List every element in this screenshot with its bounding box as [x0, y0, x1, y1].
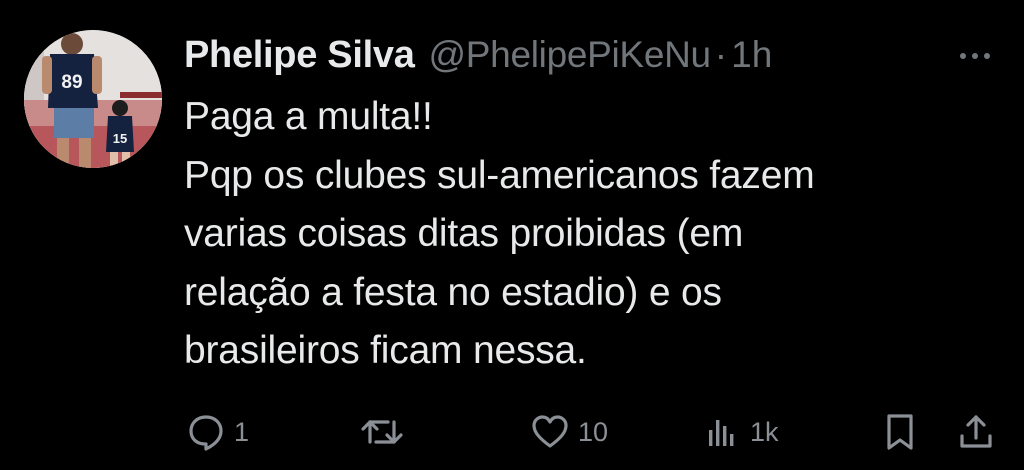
avatar-jersey-adult: 89 — [61, 72, 82, 93]
retweet-icon — [360, 412, 404, 452]
heart-icon — [530, 412, 570, 452]
views-button[interactable]: 1k — [702, 406, 779, 458]
reply-icon — [186, 412, 226, 452]
header-separator: · — [714, 34, 728, 75]
views-count: 1k — [750, 416, 779, 447]
tweet-text: Paga a multa!! Pqp os clubes sul-america… — [184, 88, 984, 381]
reply-button[interactable]: 1 — [186, 406, 249, 458]
tweet-text-line: brasileiros ficam nessa. — [184, 329, 587, 373]
timestamp[interactable]: 1h — [731, 34, 772, 76]
tweet-text-line: Paga a multa!! — [184, 95, 433, 138]
tweet-header: Phelipe Silva @PhelipePiKeNu · 1h — [184, 30, 772, 80]
action-bar: 1 10 1k — [0, 406, 1024, 458]
share-icon — [956, 412, 996, 452]
avatar[interactable]: 89 15 — [24, 30, 162, 168]
like-count: 10 — [578, 416, 609, 447]
display-name[interactable]: Phelipe Silva — [184, 34, 415, 77]
tweet-text-line: Pqp os clubes sul-americanos fazem — [184, 153, 815, 197]
avatar-photo: 89 15 — [24, 30, 162, 168]
tweet-card[interactable]: 89 15 Phelipe Silva @PhelipePiKeNu · 1h … — [0, 0, 1024, 470]
more-dots-icon — [960, 53, 990, 59]
bookmark-icon — [880, 412, 920, 452]
retweet-button[interactable] — [360, 406, 412, 458]
avatar-jersey-child: 15 — [113, 131, 127, 146]
reply-count: 1 — [234, 416, 250, 447]
more-button[interactable] — [955, 36, 995, 76]
tweet-text-line: varias coisas ditas proibidas (em — [184, 212, 744, 256]
like-button[interactable]: 10 — [530, 406, 608, 458]
bookmark-button[interactable] — [880, 406, 920, 458]
share-button[interactable] — [956, 406, 996, 458]
user-handle[interactable]: @PhelipePiKeNu — [429, 34, 712, 76]
views-chart-icon — [702, 412, 742, 452]
tweet-text-line: relação a festa no estadio) e os — [184, 270, 722, 314]
